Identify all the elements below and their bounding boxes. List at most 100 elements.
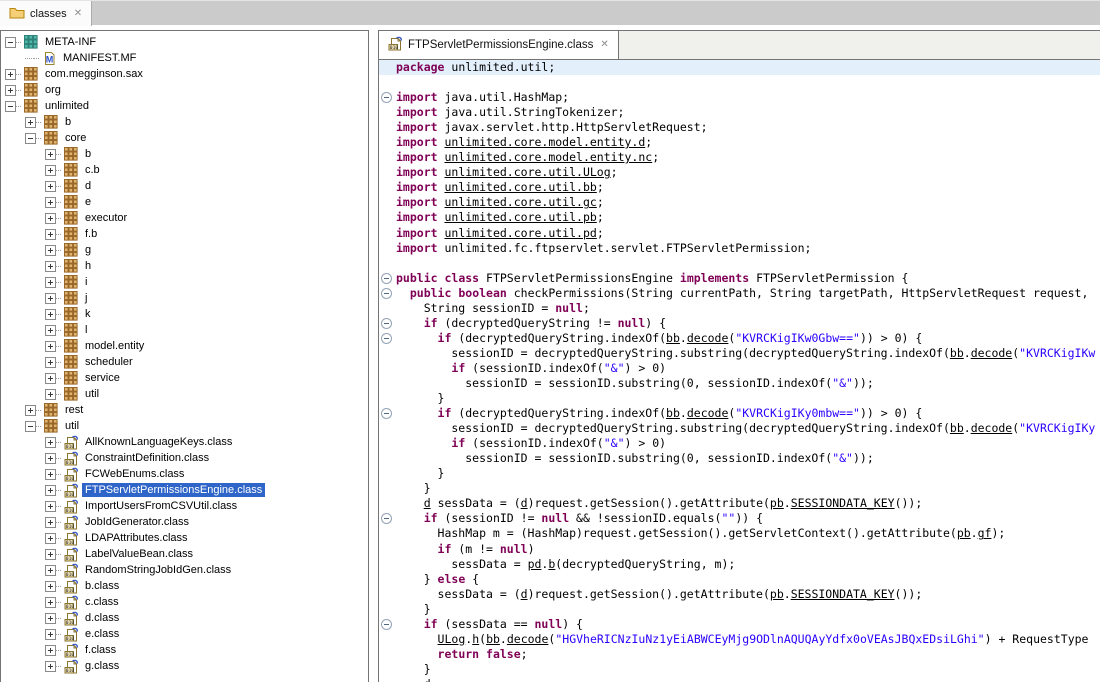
collapse-icon[interactable] (25, 421, 36, 432)
collapse-fold-icon[interactable] (381, 408, 392, 419)
code-hyperlink[interactable]: SESSIONDATA_KEY (791, 587, 895, 601)
code-hyperlink[interactable]: d (521, 587, 528, 601)
collapse-icon[interactable] (5, 101, 16, 112)
expand-icon[interactable] (25, 117, 36, 128)
tree-item-util[interactable]: util (1, 418, 368, 434)
code-hyperlink[interactable]: pd (528, 557, 542, 571)
expand-icon[interactable] (45, 229, 56, 240)
expand-icon[interactable] (45, 549, 56, 560)
collapse-fold-icon[interactable] (381, 92, 392, 103)
code-hyperlink[interactable]: bb (950, 346, 964, 360)
expand-icon[interactable] (45, 389, 56, 400)
code-hyperlink[interactable]: d (424, 496, 431, 510)
code-hyperlink[interactable]: bb (950, 421, 964, 435)
tree-item-manifest-mf[interactable]: MMANIFEST.MF (1, 50, 368, 66)
tree-item-allknownlanguagekeys-class[interactable]: 010AllKnownLanguageKeys.class (1, 434, 368, 450)
expand-icon[interactable] (5, 85, 16, 96)
expand-icon[interactable] (45, 165, 56, 176)
tree-item-util[interactable]: util (1, 386, 368, 402)
expand-icon[interactable] (45, 469, 56, 480)
expand-icon[interactable] (45, 261, 56, 272)
code-hyperlink[interactable]: d (521, 496, 528, 510)
expand-icon[interactable] (45, 533, 56, 544)
tree-item-g-class[interactable]: 010g.class (1, 658, 368, 674)
tree-item-b[interactable]: b (1, 114, 368, 130)
collapse-icon[interactable] (5, 37, 16, 48)
code-hyperlink[interactable]: ULog (438, 632, 466, 646)
code-hyperlink[interactable]: pb (770, 587, 784, 601)
expand-icon[interactable] (45, 341, 56, 352)
expand-icon[interactable] (45, 245, 56, 256)
tab-ftpservletpermissionsengine[interactable]: 010 FTPServletPermissionsEngine.class ✕ (379, 31, 619, 59)
tree-item-labelvaluebean-class[interactable]: 010LabelValueBean.class (1, 546, 368, 562)
code-hyperlink[interactable]: bb (486, 632, 500, 646)
tree-item-executor[interactable]: executor (1, 210, 368, 226)
expand-icon[interactable] (45, 629, 56, 640)
tree-item-e-class[interactable]: 010e.class (1, 626, 368, 642)
code-hyperlink[interactable]: pb (957, 526, 971, 540)
expand-icon[interactable] (45, 661, 56, 672)
expand-icon[interactable] (45, 213, 56, 224)
tab-classes[interactable]: classes ✕ (0, 1, 92, 26)
expand-icon[interactable] (25, 405, 36, 416)
code-hyperlink[interactable]: unlimited.core.util.pd (444, 226, 596, 240)
collapse-icon[interactable] (25, 133, 36, 144)
expand-icon[interactable] (45, 517, 56, 528)
collapse-fold-icon[interactable] (381, 288, 392, 299)
code-hyperlink[interactable]: gf (978, 526, 992, 540)
tree-item-f-b[interactable]: f.b (1, 226, 368, 242)
tree-item-ldapattributes-class[interactable]: 010LDAPAttributes.class (1, 530, 368, 546)
code-hyperlink[interactable]: decode (971, 346, 1013, 360)
tree-item-model-entity[interactable]: model.entity (1, 338, 368, 354)
code-hyperlink[interactable]: unlimited.core.model.entity.nc (444, 150, 652, 164)
code-hyperlink[interactable]: unlimited.core.util.bb (444, 180, 596, 194)
code-hyperlink[interactable]: unlimited.core.util.ULog (444, 165, 610, 179)
tree-item-randomstringjobidgen-class[interactable]: 010RandomStringJobIdGen.class (1, 562, 368, 578)
expand-icon[interactable] (45, 597, 56, 608)
code-hyperlink[interactable]: decode (687, 406, 729, 420)
tree-item-constraintdefinition-class[interactable]: 010ConstraintDefinition.class (1, 450, 368, 466)
tree-item-importusersfromcsvutil-class[interactable]: 010ImportUsersFromCSVUtil.class (1, 498, 368, 514)
tree-item-core[interactable]: core (1, 130, 368, 146)
tree-item-unlimited[interactable]: unlimited (1, 98, 368, 114)
expand-icon[interactable] (45, 453, 56, 464)
tree-item-l[interactable]: l (1, 322, 368, 338)
collapse-fold-icon[interactable] (381, 619, 392, 630)
tree-item-d[interactable]: d (1, 178, 368, 194)
code-hyperlink[interactable]: decode (687, 331, 729, 345)
tree-item-b[interactable]: b (1, 146, 368, 162)
tree-item-j[interactable]: j (1, 290, 368, 306)
tree-item-g[interactable]: g (1, 242, 368, 258)
tree-item-c-b[interactable]: c.b (1, 162, 368, 178)
tree-item-service[interactable]: service (1, 370, 368, 386)
tree-item-rest[interactable]: rest (1, 402, 368, 418)
code-hyperlink[interactable]: bb (666, 406, 680, 420)
collapse-fold-icon[interactable] (381, 333, 392, 344)
code-editor[interactable]: package unlimited.util;import java.util.… (379, 60, 1100, 682)
expand-icon[interactable] (45, 149, 56, 160)
tree-item-ftpservletpermissionsengine-class[interactable]: 010FTPServletPermissionsEngine.class (1, 482, 368, 498)
code-hyperlink[interactable]: unlimited.core.util.pb (444, 210, 596, 224)
code-hyperlink[interactable]: SESSIONDATA_KEY (791, 496, 895, 510)
tree-item-jobidgenerator-class[interactable]: 010JobIdGenerator.class (1, 514, 368, 530)
expand-icon[interactable] (45, 197, 56, 208)
expand-icon[interactable] (45, 277, 56, 288)
expand-icon[interactable] (45, 325, 56, 336)
expand-icon[interactable] (45, 613, 56, 624)
expand-icon[interactable] (45, 565, 56, 576)
expand-icon[interactable] (45, 357, 56, 368)
expand-icon[interactable] (45, 485, 56, 496)
tree-item-h[interactable]: h (1, 258, 368, 274)
expand-icon[interactable] (45, 437, 56, 448)
code-hyperlink[interactable]: unlimited.core.util.gc (444, 195, 596, 209)
tree-item-e[interactable]: e (1, 194, 368, 210)
expand-icon[interactable] (45, 373, 56, 384)
collapse-fold-icon[interactable] (381, 318, 392, 329)
code-hyperlink[interactable]: decode (507, 632, 549, 646)
code-hyperlink[interactable]: unlimited.core.model.entity.d (444, 135, 645, 149)
tree-item-org[interactable]: org (1, 82, 368, 98)
tree-item-fcwebenums-class[interactable]: 010FCWebEnums.class (1, 466, 368, 482)
collapse-fold-icon[interactable] (381, 513, 392, 524)
expand-icon[interactable] (45, 645, 56, 656)
tree-item-meta-inf[interactable]: META-INF (1, 34, 368, 50)
